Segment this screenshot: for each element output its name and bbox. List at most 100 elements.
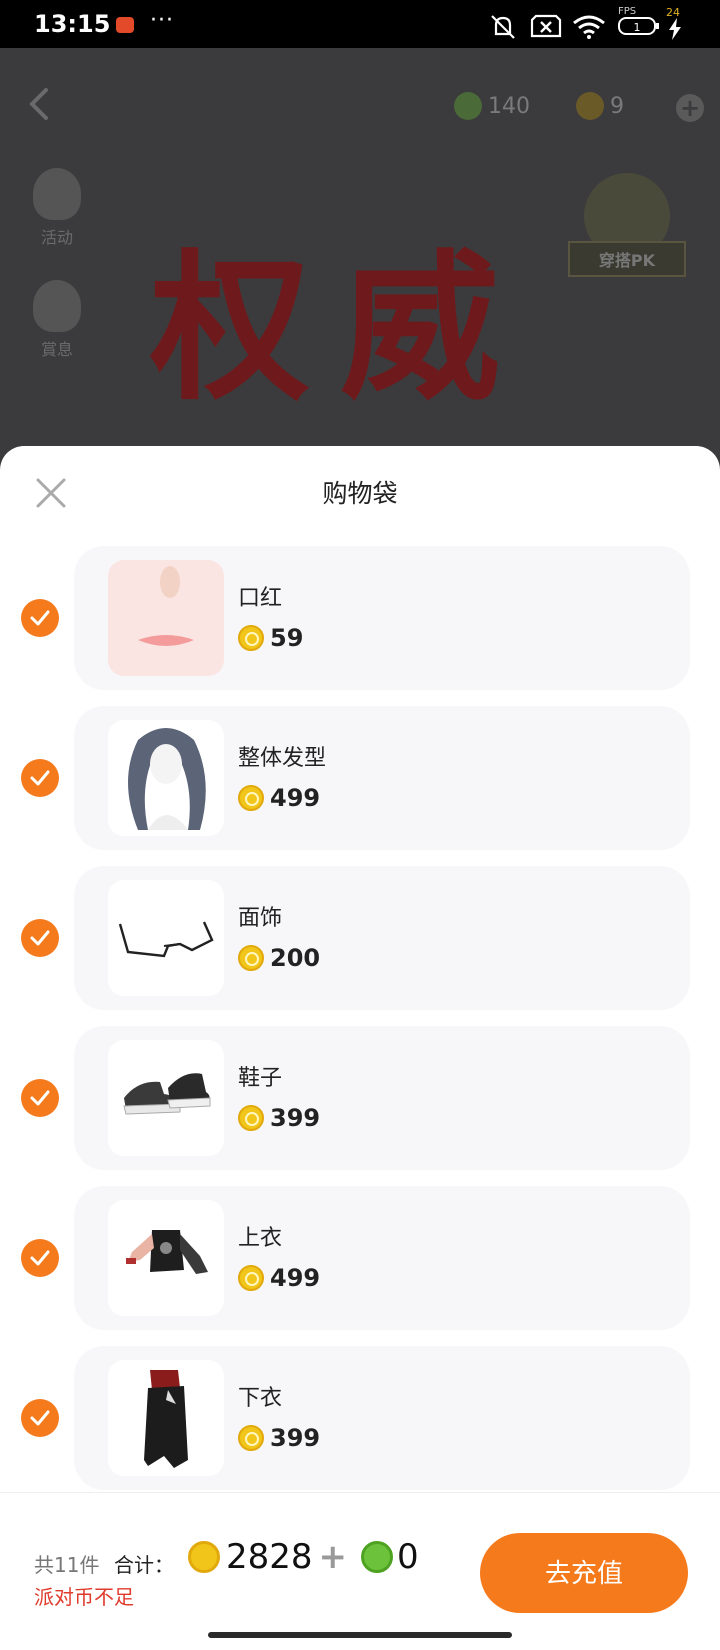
banner-title: 权威 (150, 234, 531, 422)
hairstyle-preview-icon (128, 728, 206, 830)
item-card[interactable]: 上衣 499 (74, 1186, 690, 1330)
list-item: 面饰 200 (0, 866, 720, 1026)
wifi-icon (573, 15, 605, 39)
item-count: 共11件 (34, 1553, 100, 1577)
more-notifications-icon: ··· (150, 8, 174, 33)
glasses-preview-icon (118, 921, 214, 958)
checkmark-icon (30, 1250, 50, 1266)
list-item: 口红 59 (0, 546, 720, 706)
insufficient-coins-warning: 派对币不足 (34, 1585, 134, 1609)
item-price: 499 (238, 784, 320, 812)
list-item: 下衣 399 (0, 1346, 720, 1506)
badge-icon (33, 280, 81, 332)
battery-icon: 1 (618, 17, 659, 35)
item-card[interactable]: 整体发型 499 (74, 706, 690, 850)
item-name: 面饰 (238, 906, 283, 931)
item-price-value: 399 (270, 1104, 321, 1132)
checkmark-icon (30, 610, 50, 626)
green-coin-icon (361, 1541, 394, 1573)
sheet-title: 购物袋 (322, 479, 398, 508)
checkmark-icon (30, 930, 50, 946)
side-item-activity[interactable]: 活动 (24, 168, 90, 248)
gold-total: 2828 (226, 1537, 313, 1577)
plus-sign: + (318, 1537, 348, 1577)
item-thumbnail (108, 1040, 224, 1156)
charging-icon (669, 18, 681, 40)
list-item: 鞋子 399 (0, 1026, 720, 1186)
svg-text:1: 1 (634, 21, 641, 34)
item-thumbnail (108, 880, 224, 996)
checkmark-icon (30, 770, 50, 786)
list-item: 上衣 499 (0, 1186, 720, 1346)
green-total: 0 (397, 1537, 419, 1577)
gold-coin-icon (238, 1265, 264, 1291)
side-item-reward[interactable]: 賞息 (24, 280, 90, 360)
item-price-value: 59 (270, 624, 304, 652)
item-thumbnail (108, 1200, 224, 1316)
item-card[interactable]: 口红 59 (74, 546, 690, 690)
gold-coin-icon (238, 625, 264, 651)
item-checkbox[interactable] (21, 1079, 59, 1117)
green-coin-icon (454, 92, 482, 120)
item-checkbox[interactable] (21, 599, 59, 637)
green-coin-balance: 140 (454, 92, 530, 120)
side-item-label: 活动 (40, 228, 73, 247)
shopping-bag-sheet: 购物袋 口红 59 整体发型 499 面饰 200 鞋子 399 上衣 499 … (0, 446, 720, 1650)
checkmark-icon (30, 1410, 50, 1426)
item-list: 口红 59 整体发型 499 面饰 200 鞋子 399 上衣 499 下衣 3… (0, 546, 720, 1506)
item-name: 整体发型 (238, 746, 327, 771)
item-checkbox[interactable] (21, 1239, 59, 1277)
item-price: 499 (238, 1264, 320, 1292)
total-amount: 2828 + 0 (188, 1537, 419, 1577)
total-label: 合计： (114, 1553, 174, 1577)
item-name: 鞋子 (238, 1066, 283, 1091)
lipstick-preview-icon (138, 566, 194, 646)
item-checkbox[interactable] (21, 759, 59, 797)
item-price-value: 499 (270, 1264, 321, 1292)
gold-coin-icon (188, 1541, 220, 1573)
item-card[interactable]: 鞋子 399 (74, 1026, 690, 1170)
item-price: 399 (238, 1104, 320, 1132)
item-price: 59 (238, 624, 303, 652)
item-name: 上衣 (238, 1226, 283, 1251)
balloon-icon (33, 168, 81, 220)
checkmark-icon (30, 1090, 50, 1106)
gold-coin-icon (238, 785, 264, 811)
item-price: 399 (238, 1424, 320, 1452)
home-indicator[interactable] (208, 1632, 512, 1638)
item-name: 下衣 (238, 1386, 283, 1411)
outfit-pk-button[interactable]: 穿搭PK (568, 173, 686, 277)
gold-coin-icon (238, 945, 264, 971)
bottoms-preview-icon (144, 1370, 188, 1468)
item-card[interactable]: 面饰 200 (74, 866, 690, 1010)
item-price: 200 (238, 944, 320, 972)
item-thumbnail (108, 1360, 224, 1476)
add-currency-button[interactable]: + (676, 94, 704, 122)
list-item: 整体发型 499 (0, 706, 720, 866)
gold-coin-icon (576, 92, 604, 120)
outfit-pk-label: 穿搭PK (568, 241, 686, 277)
status-bar: 13:15 ··· FPS 24 1 (0, 0, 720, 48)
green-coin-amount: 140 (488, 93, 530, 119)
status-time: 13:15 (34, 10, 111, 38)
gesture-bar (0, 1618, 720, 1650)
back-arrow-icon[interactable] (26, 86, 50, 122)
gold-coin-icon (238, 1105, 264, 1131)
sim-off-icon (530, 14, 562, 38)
item-checkbox[interactable] (21, 919, 59, 957)
item-price-value: 200 (270, 944, 321, 972)
shoes-preview-icon (123, 1073, 211, 1115)
mute-icon (491, 15, 515, 39)
checkout-bar: 共11件 合计： 2828 + 0 派对币不足 去充值 (0, 1492, 720, 1618)
item-price-value: 399 (270, 1424, 321, 1452)
recharge-button[interactable]: 去充值 (480, 1533, 688, 1613)
item-name: 口红 (238, 586, 283, 611)
gold-coin-amount: 9 (610, 93, 624, 119)
background-app: 140 9 + 活动 賞息 权威 穿搭PK (0, 48, 720, 468)
item-card[interactable]: 下衣 399 (74, 1346, 690, 1490)
item-price-value: 499 (270, 784, 321, 812)
item-thumbnail (108, 560, 224, 676)
app-notification-icon (116, 17, 134, 33)
gold-coin-icon (238, 1425, 264, 1451)
item-checkbox[interactable] (21, 1399, 59, 1437)
